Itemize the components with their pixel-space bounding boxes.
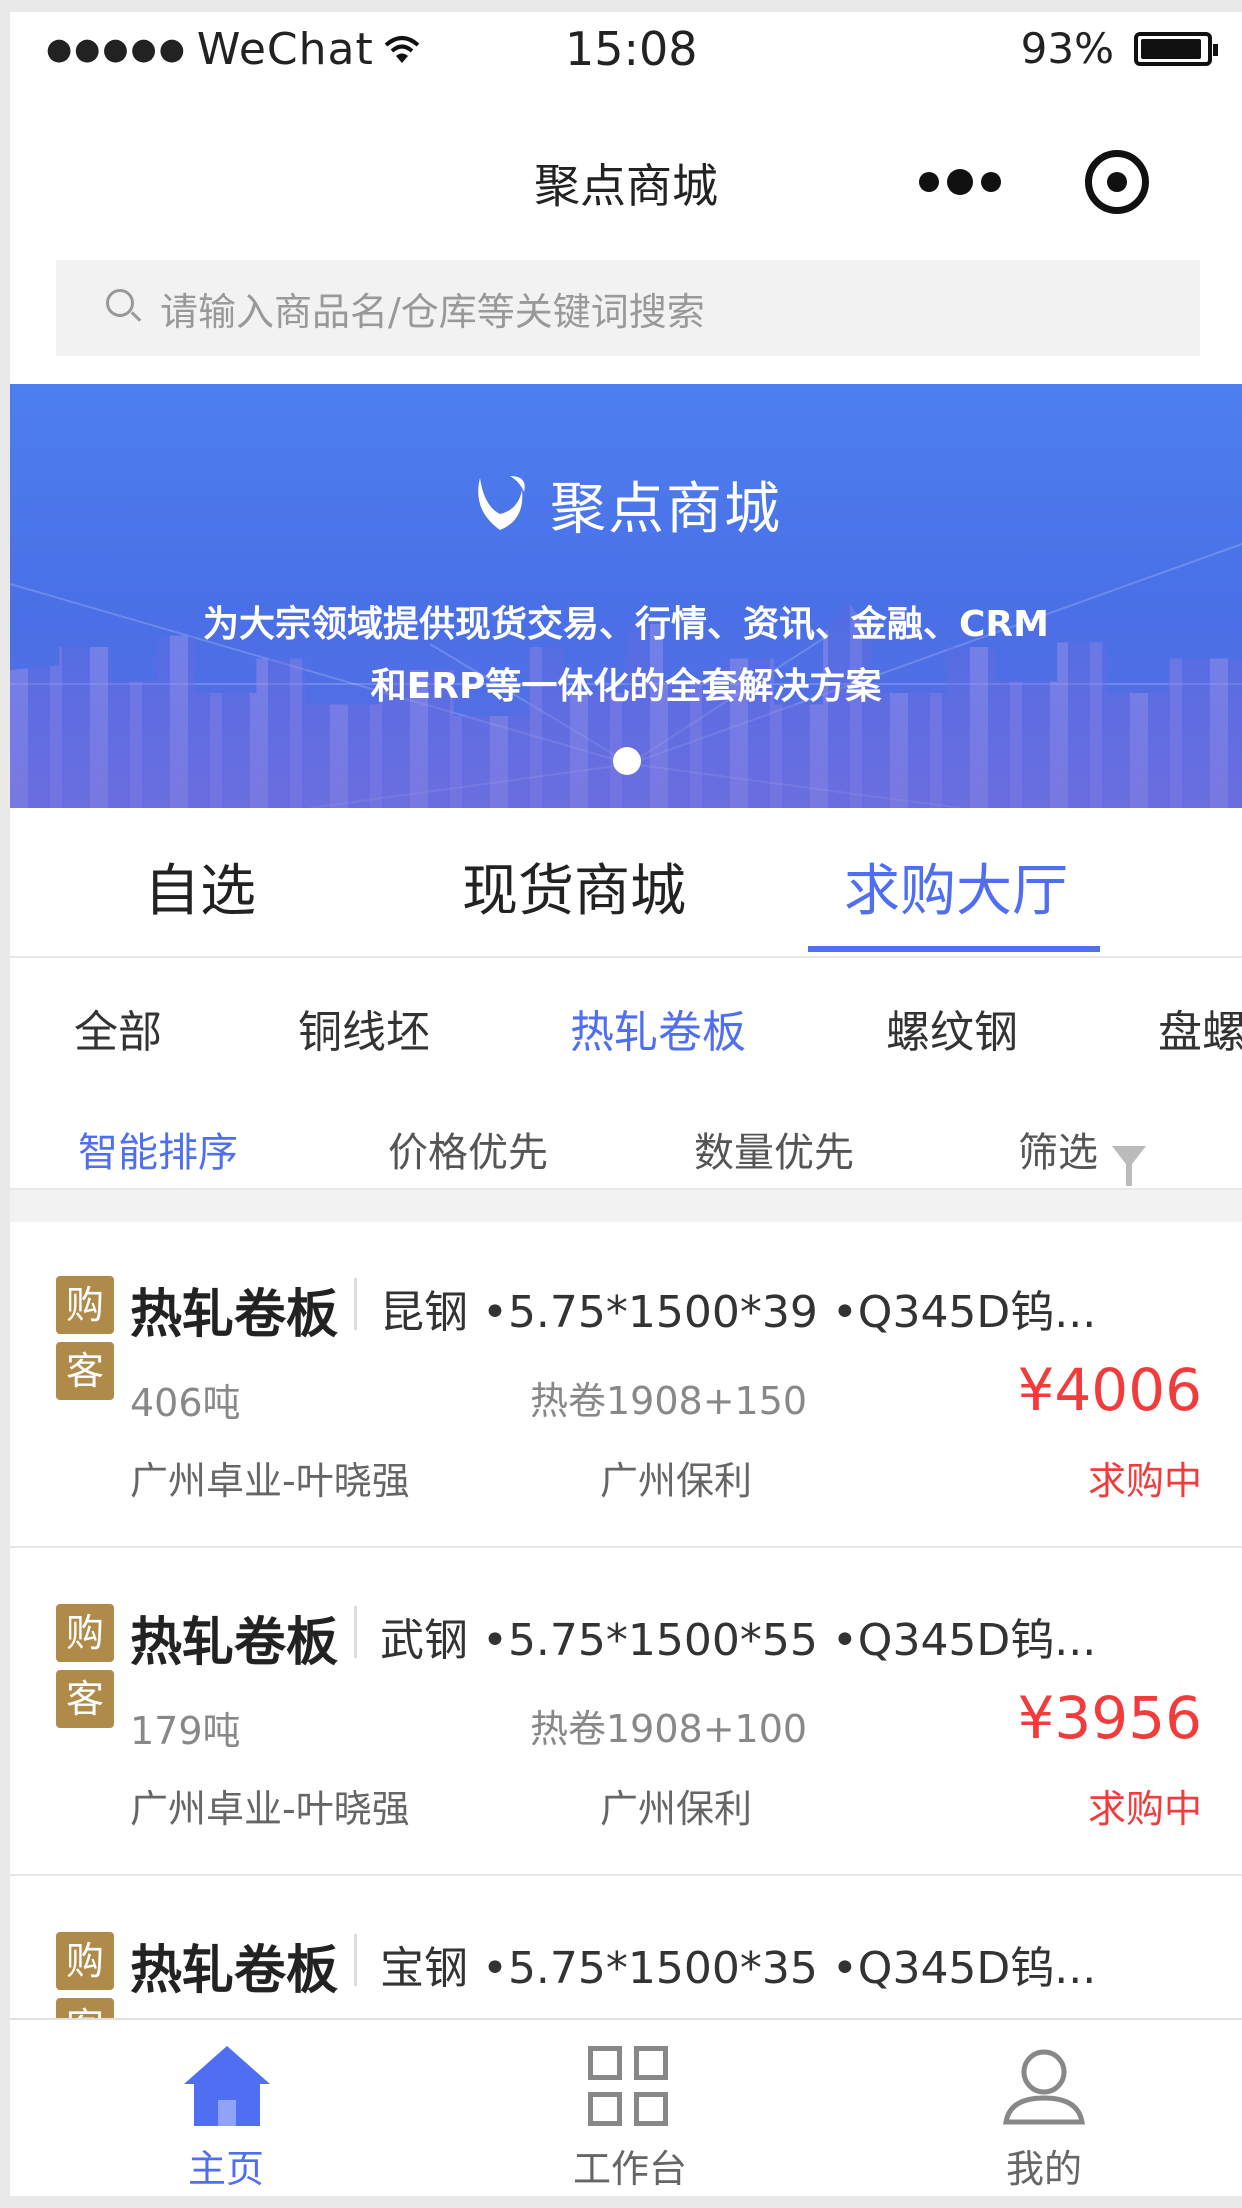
item-title: 热轧卷板	[130, 1285, 339, 1345]
item-pricing-basis: 热卷1908+150	[530, 1379, 808, 1423]
item-title: 热轧卷板	[130, 1941, 339, 2001]
tabbar-home-label: 主页	[187, 2147, 264, 2191]
tabbar-home[interactable]: 主页	[126, 2020, 326, 2196]
tabbar-profile[interactable]: 我的	[944, 2020, 1144, 2196]
category-hot-rolled-coil[interactable]: 热轧卷板	[570, 996, 746, 1060]
tabbar-workbench[interactable]: 工作台	[530, 2020, 730, 2196]
tabbar-profile-label: 我的	[1005, 2147, 1082, 2191]
more-menu-button[interactable]	[915, 162, 1005, 202]
item-spec: 武钢 •5.75*1500*55 •Q345D钨...	[380, 1615, 1097, 1666]
tab-favorites[interactable]: 自选	[144, 846, 256, 927]
item-company: 广州卓业-叶晓强	[130, 1787, 410, 1831]
buyer-badge-char: 购	[56, 1276, 114, 1334]
item-price: ¥4006	[1017, 1356, 1202, 1424]
clock: 15:08	[565, 22, 698, 76]
user-icon	[1003, 2049, 1085, 2125]
tab-purchase-hall[interactable]: 求购大厅	[844, 846, 1068, 927]
item-price: ¥3956	[1017, 1684, 1202, 1752]
more-dot-icon	[919, 172, 939, 192]
banner-brand: 聚点商城	[10, 464, 1242, 545]
list-item[interactable]: 购 客 热轧卷板 武钢 •5.75*1500*55 •Q345D钨... 179…	[10, 1548, 1242, 1876]
tabbar-workbench-label: 工作台	[572, 2147, 687, 2191]
category-all[interactable]: 全部	[74, 996, 162, 1060]
buyer-badge: 购 客	[56, 1932, 114, 2028]
item-warehouse: 广州保利	[600, 1787, 753, 1831]
brand-logo-icon	[478, 475, 525, 530]
promo-banner[interactable]: 聚点商城 为大宗领域提供现货交易、行情、资讯、金融、CRM 和ERP等一体化的全…	[10, 384, 1242, 808]
search-placeholder: 请输入商品名/仓库等关键词搜索	[160, 289, 705, 334]
filter-button[interactable]: 筛选	[1018, 1120, 1146, 1186]
phone-screen: ●●●●● WeChat 15:08 93% 聚点商城 请输入商品名/仓库等关键…	[10, 12, 1242, 2196]
item-status: 求购中	[1087, 1459, 1202, 1503]
sort-quantity[interactable]: 数量优先	[694, 1120, 854, 1178]
banner-slogan-line2: 和ERP等一体化的全套解决方案	[370, 666, 882, 707]
category-rebar[interactable]: 螺纹钢	[886, 996, 1018, 1060]
buyer-badge: 购 客	[56, 1276, 114, 1400]
item-warehouse: 广州保利	[600, 1459, 753, 1503]
battery-icon	[1134, 31, 1218, 66]
purchase-list[interactable]: 购 客 热轧卷板 昆钢 •5.75*1500*39 •Q345D钨... 406…	[10, 1220, 1242, 2028]
page-title: 聚点商城	[534, 159, 718, 213]
tab-spot-mall[interactable]: 现货商城	[462, 846, 686, 927]
sort-price[interactable]: 价格优先	[388, 1120, 548, 1178]
wifi-icon	[384, 35, 420, 63]
category-wire-coil[interactable]: 盘螺	[1158, 996, 1242, 1060]
item-company: 广州卓业-叶晓强	[130, 1459, 410, 1503]
category-scroller[interactable]: 全部 铜线坯 热轧卷板 螺纹钢 盘螺	[10, 956, 1242, 1072]
search-bar[interactable]: 请输入商品名/仓库等关键词搜索	[56, 260, 1200, 356]
more-dot-icon	[981, 172, 1001, 192]
item-quantity: 406吨	[130, 1381, 241, 1425]
buyer-badge-char: 购	[56, 1604, 114, 1662]
more-dot-icon	[947, 169, 973, 195]
divider	[354, 1934, 357, 1986]
nav-bar: 聚点商城	[10, 102, 1242, 272]
list-item[interactable]: 购 客 热轧卷板 宝钢 •5.75*1500*35 •Q345D钨...	[10, 1876, 1242, 2028]
banner-slogan: 为大宗领域提供现货交易、行情、资讯、金融、CRM 和ERP等一体化的全套解决方案	[10, 594, 1242, 718]
banner-brand-name: 聚点商城	[550, 477, 782, 542]
divider	[354, 1606, 357, 1658]
active-tab-indicator	[808, 946, 1100, 952]
grid-icon	[588, 2046, 672, 2130]
carrier-group: ●●●●● WeChat	[46, 24, 420, 75]
buyer-badge-char: 客	[56, 1342, 114, 1400]
carousel-indicator[interactable]	[613, 747, 641, 775]
filter-icon	[1112, 1146, 1146, 1186]
category-copper-rod[interactable]: 铜线坯	[298, 996, 430, 1060]
bottom-tab-bar: 主页 工作台 我的	[10, 2018, 1242, 2196]
item-spec: 宝钢 •5.75*1500*35 •Q345D钨...	[380, 1943, 1097, 1994]
buyer-badge-char: 购	[56, 1932, 114, 1990]
carrier-label: WeChat	[196, 24, 374, 75]
item-title: 热轧卷板	[130, 1613, 339, 1673]
buyer-badge-char: 客	[56, 1670, 114, 1728]
sort-smart[interactable]: 智能排序	[78, 1120, 238, 1178]
battery-group: 93%	[1020, 24, 1218, 73]
divider	[354, 1278, 357, 1330]
buyer-badge: 购 客	[56, 1604, 114, 1728]
item-spec: 昆钢 •5.75*1500*39 •Q345D钨...	[380, 1287, 1097, 1338]
home-icon	[184, 2046, 270, 2126]
close-miniprogram-button[interactable]	[1085, 150, 1149, 214]
main-tabs: 自选 现货商城 求购大厅	[10, 808, 1242, 958]
section-divider	[10, 1188, 1242, 1222]
status-bar: ●●●●● WeChat 15:08 93%	[10, 12, 1242, 102]
sort-bar: 智能排序 价格优先 数量优先 筛选	[10, 1072, 1242, 1188]
item-status: 求购中	[1087, 1787, 1202, 1831]
signal-icon: ●●●●●	[46, 32, 187, 67]
list-item[interactable]: 购 客 热轧卷板 昆钢 •5.75*1500*39 •Q345D钨... 406…	[10, 1220, 1242, 1548]
filter-label: 筛选	[1018, 1130, 1098, 1176]
battery-percent: 93%	[1020, 24, 1114, 73]
item-quantity: 179吨	[130, 1709, 241, 1753]
search-icon	[106, 289, 144, 327]
item-pricing-basis: 热卷1908+100	[530, 1707, 808, 1751]
banner-slogan-line1: 为大宗领域提供现货交易、行情、资讯、金融、CRM	[203, 604, 1049, 645]
